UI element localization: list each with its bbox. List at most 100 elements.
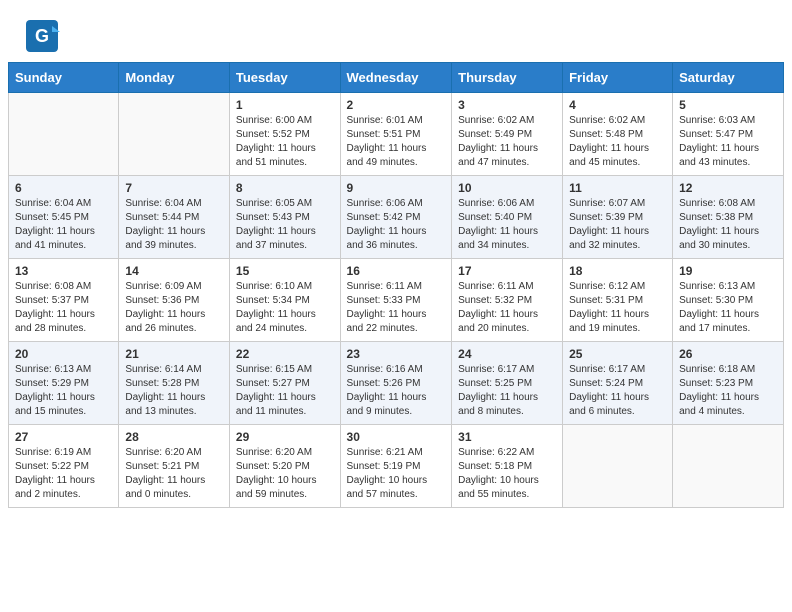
day-number: 18 [569,264,666,278]
calendar-cell: 16Sunrise: 6:11 AM Sunset: 5:33 PM Dayli… [340,259,452,342]
day-number: 22 [236,347,334,361]
day-number: 15 [236,264,334,278]
day-number: 1 [236,98,334,112]
calendar-cell: 27Sunrise: 6:19 AM Sunset: 5:22 PM Dayli… [9,425,119,508]
calendar-header-saturday: Saturday [673,63,784,93]
logo: G [24,18,66,54]
day-info: Sunrise: 6:21 AM Sunset: 5:19 PM Dayligh… [347,446,446,502]
svg-text:G: G [35,26,49,46]
calendar-cell: 28 Sunrise: 6:20 AM Sunset: 5:21 PM Dayli… [119,425,230,508]
day-number: 2 [347,98,446,112]
day-info: Sunrise: 6:04 AM Sunset: 5:44 PM Dayligh… [125,197,223,253]
day-info: Sunrise: 6:07 AM Sunset: 5:39 PM Dayligh… [569,197,666,253]
calendar-cell: 26 Sunrise: 6:18 AM Sunset: 5:23 PM Dayli… [673,342,784,425]
day-number: 16 [347,264,446,278]
calendar-cell: 22 Sunrise: 6:15 AM Sunset: 5:27 PM Dayli… [229,342,340,425]
calendar-cell: 19 Sunrise: 6:13 AM Sunset: 5:30 PM Dayli… [673,259,784,342]
day-info: Sunrise: 6:16 AM Sunset: 5:26 PM Dayligh… [347,363,446,419]
calendar-body: 1 Sunrise: 6:00 AM Sunset: 5:52 PM Daylig… [9,93,784,508]
calendar-cell: 3 Sunrise: 6:02 AM Sunset: 5:49 PM Daylig… [452,93,563,176]
day-number: 25 [569,347,666,361]
calendar-week-1: 1 Sunrise: 6:00 AM Sunset: 5:52 PM Daylig… [9,93,784,176]
calendar-header-row: SundayMondayTuesdayWednesdayThursdayFrid… [9,63,784,93]
day-info: Sunrise: 6:22 AM Sunset: 5:18 PM Dayligh… [458,446,556,502]
day-info: Sunrise: 6:18 AM Sunset: 5:23 PM Dayligh… [679,363,777,419]
calendar-header-tuesday: Tuesday [229,63,340,93]
day-number: 23 [347,347,446,361]
calendar-container: SundayMondayTuesdayWednesdayThursdayFrid… [0,62,792,516]
calendar-cell: 4Sunrise: 6:02 AM Sunset: 5:48 PM Daylig… [563,93,673,176]
day-number: 29 [236,430,334,444]
calendar-cell: 21Sunrise: 6:14 AM Sunset: 5:28 PM Dayli… [119,342,230,425]
calendar-cell [563,425,673,508]
calendar-cell: 14 Sunrise: 6:09 AM Sunset: 5:36 PM Dayli… [119,259,230,342]
calendar-cell: 24Sunrise: 6:17 AM Sunset: 5:25 PM Dayli… [452,342,563,425]
calendar-cell: 20Sunrise: 6:13 AM Sunset: 5:29 PM Dayli… [9,342,119,425]
calendar-cell [9,93,119,176]
day-number: 30 [347,430,446,444]
day-info: Sunrise: 6:15 AM Sunset: 5:27 PM Dayligh… [236,363,334,419]
day-info: Sunrise: 6:09 AM Sunset: 5:36 PM Dayligh… [125,280,223,336]
day-info: Sunrise: 6:05 AM Sunset: 5:43 PM Dayligh… [236,197,334,253]
day-number: 10 [458,181,556,195]
calendar-cell: 13 Sunrise: 6:08 AM Sunset: 5:37 PM Dayli… [9,259,119,342]
day-number: 12 [679,181,777,195]
calendar-cell: 6 Sunrise: 6:04 AM Sunset: 5:45 PM Daylig… [9,176,119,259]
day-info: Sunrise: 6:04 AM Sunset: 5:45 PM Dayligh… [15,197,112,253]
calendar-cell: 31 Sunrise: 6:22 AM Sunset: 5:18 PM Dayli… [452,425,563,508]
calendar-cell: 5 Sunrise: 6:03 AM Sunset: 5:47 PM Daylig… [673,93,784,176]
day-number: 19 [679,264,777,278]
day-info: Sunrise: 6:17 AM Sunset: 5:24 PM Dayligh… [569,363,666,419]
day-number: 28 [125,430,223,444]
day-number: 8 [236,181,334,195]
calendar-week-4: 20Sunrise: 6:13 AM Sunset: 5:29 PM Dayli… [9,342,784,425]
calendar-week-5: 27Sunrise: 6:19 AM Sunset: 5:22 PM Dayli… [9,425,784,508]
day-info: Sunrise: 6:08 AM Sunset: 5:38 PM Dayligh… [679,197,777,253]
day-number: 6 [15,181,112,195]
day-info: Sunrise: 6:12 AM Sunset: 5:31 PM Dayligh… [569,280,666,336]
day-info: Sunrise: 6:10 AM Sunset: 5:34 PM Dayligh… [236,280,334,336]
calendar-cell: 30 Sunrise: 6:21 AM Sunset: 5:19 PM Dayli… [340,425,452,508]
calendar-cell [119,93,230,176]
day-number: 11 [569,181,666,195]
calendar-cell: 8 Sunrise: 6:05 AM Sunset: 5:43 PM Daylig… [229,176,340,259]
calendar-cell: 2 Sunrise: 6:01 AM Sunset: 5:51 PM Daylig… [340,93,452,176]
calendar-header-friday: Friday [563,63,673,93]
day-info: Sunrise: 6:06 AM Sunset: 5:42 PM Dayligh… [347,197,446,253]
day-number: 9 [347,181,446,195]
day-info: Sunrise: 6:03 AM Sunset: 5:47 PM Dayligh… [679,114,777,170]
calendar-cell: 17 Sunrise: 6:11 AM Sunset: 5:32 PM Dayli… [452,259,563,342]
calendar-header-wednesday: Wednesday [340,63,452,93]
day-number: 26 [679,347,777,361]
day-info: Sunrise: 6:01 AM Sunset: 5:51 PM Dayligh… [347,114,446,170]
calendar-cell: 1 Sunrise: 6:00 AM Sunset: 5:52 PM Daylig… [229,93,340,176]
day-info: Sunrise: 6:13 AM Sunset: 5:30 PM Dayligh… [679,280,777,336]
day-number: 13 [15,264,112,278]
day-number: 31 [458,430,556,444]
calendar-cell [673,425,784,508]
day-info: Sunrise: 6:02 AM Sunset: 5:49 PM Dayligh… [458,114,556,170]
day-number: 3 [458,98,556,112]
day-number: 5 [679,98,777,112]
calendar-header-monday: Monday [119,63,230,93]
page-header: G [0,0,792,62]
day-info: Sunrise: 6:20 AM Sunset: 5:20 PM Dayligh… [236,446,334,502]
calendar-week-2: 6 Sunrise: 6:04 AM Sunset: 5:45 PM Daylig… [9,176,784,259]
day-info: Sunrise: 6:20 AM Sunset: 5:21 PM Dayligh… [125,446,223,502]
day-number: 14 [125,264,223,278]
day-number: 24 [458,347,556,361]
day-number: 7 [125,181,223,195]
calendar-week-3: 13 Sunrise: 6:08 AM Sunset: 5:37 PM Dayli… [9,259,784,342]
calendar-cell: 7 Sunrise: 6:04 AM Sunset: 5:44 PM Daylig… [119,176,230,259]
day-info: Sunrise: 6:11 AM Sunset: 5:32 PM Dayligh… [458,280,556,336]
calendar-cell: 11 Sunrise: 6:07 AM Sunset: 5:39 PM Dayli… [563,176,673,259]
day-info: Sunrise: 6:13 AM Sunset: 5:29 PM Dayligh… [15,363,112,419]
day-info: Sunrise: 6:08 AM Sunset: 5:37 PM Dayligh… [15,280,112,336]
calendar-cell: 12 Sunrise: 6:08 AM Sunset: 5:38 PM Dayli… [673,176,784,259]
day-number: 21 [125,347,223,361]
day-info: Sunrise: 6:00 AM Sunset: 5:52 PM Dayligh… [236,114,334,170]
calendar-header-thursday: Thursday [452,63,563,93]
day-number: 17 [458,264,556,278]
calendar-header-sunday: Sunday [9,63,119,93]
day-number: 27 [15,430,112,444]
